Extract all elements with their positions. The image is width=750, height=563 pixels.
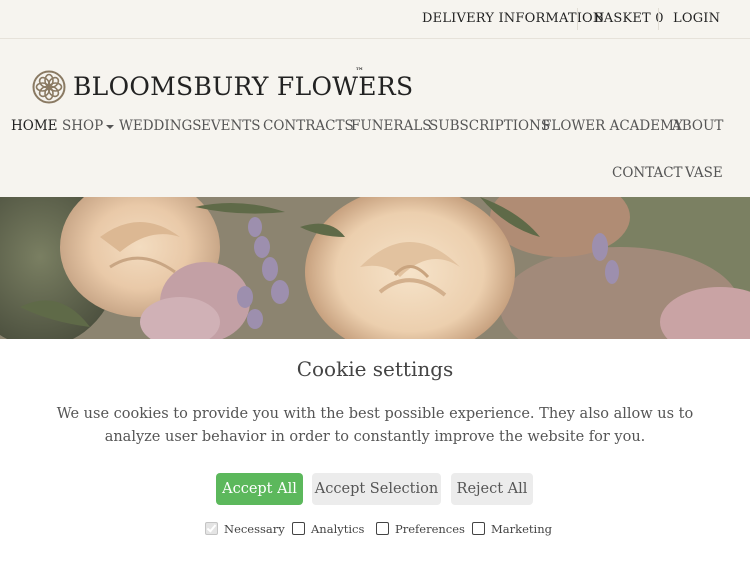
top-bar: DELIVERY INFORMATION BASKET 0 LOGIN — [0, 0, 750, 39]
reject-all-button[interactable]: Reject All — [451, 473, 533, 505]
marketing-checkbox[interactable] — [472, 522, 485, 535]
nav-contact[interactable]: CONTACT — [612, 165, 683, 181]
nav-home[interactable]: HOME — [11, 118, 58, 134]
necessary-checkbox — [205, 522, 218, 535]
trademark-symbol: ™ — [355, 67, 364, 77]
preferences-checkbox[interactable] — [376, 522, 389, 535]
necessary-label: Necessary — [224, 522, 285, 536]
flowers-image — [0, 197, 750, 339]
analytics-label: Analytics — [311, 522, 365, 536]
accept-selection-button[interactable]: Accept Selection — [312, 473, 441, 505]
cookie-option-analytics[interactable]: Analytics — [292, 522, 364, 538]
main-nav: HOME SHOP WEDDINGS EVENTS CONTRACTS FUNE… — [0, 118, 750, 181]
analytics-checkbox[interactable] — [292, 522, 305, 535]
marketing-label: Marketing — [491, 522, 552, 536]
cookie-option-marketing[interactable]: Marketing — [472, 522, 552, 538]
hero-image — [0, 197, 750, 339]
nav-weddings[interactable]: WEDDINGS — [119, 118, 202, 134]
nav-funerals[interactable]: FUNERALS — [351, 118, 432, 134]
cookie-option-necessary: Necessary — [205, 522, 285, 538]
accept-all-button[interactable]: Accept All — [216, 473, 303, 505]
cookie-banner: Cookie settings We use cookies to provid… — [0, 339, 750, 563]
basket-link[interactable]: BASKET 0 — [594, 11, 664, 26]
divider — [658, 8, 659, 30]
cookie-title: Cookie settings — [296, 357, 454, 381]
rosette-icon — [32, 70, 66, 104]
preferences-label: Preferences — [395, 522, 465, 536]
basket-count: 0 — [655, 11, 664, 26]
nav-about[interactable]: ABOUT — [672, 118, 723, 134]
nav-events[interactable]: EVENTS — [201, 118, 261, 134]
nav-contracts[interactable]: CONTRACTS — [263, 118, 354, 134]
nav-flower-academy[interactable]: FLOWER ACADEMY — [542, 118, 683, 134]
basket-label: BASKET — [594, 11, 651, 26]
nav-vase[interactable]: VASE — [685, 165, 723, 181]
divider — [577, 8, 578, 30]
nav-shop[interactable]: SHOP — [62, 118, 115, 134]
nav-shop-label: SHOP — [62, 118, 104, 134]
caret-down-icon — [106, 124, 115, 129]
nav-subscriptions[interactable]: SUBSCRIPTIONS — [429, 118, 550, 134]
cookie-description: We use cookies to provide you with the b… — [56, 406, 694, 445]
cookie-option-preferences[interactable]: Preferences — [376, 522, 465, 538]
login-link[interactable]: LOGIN — [673, 11, 720, 26]
